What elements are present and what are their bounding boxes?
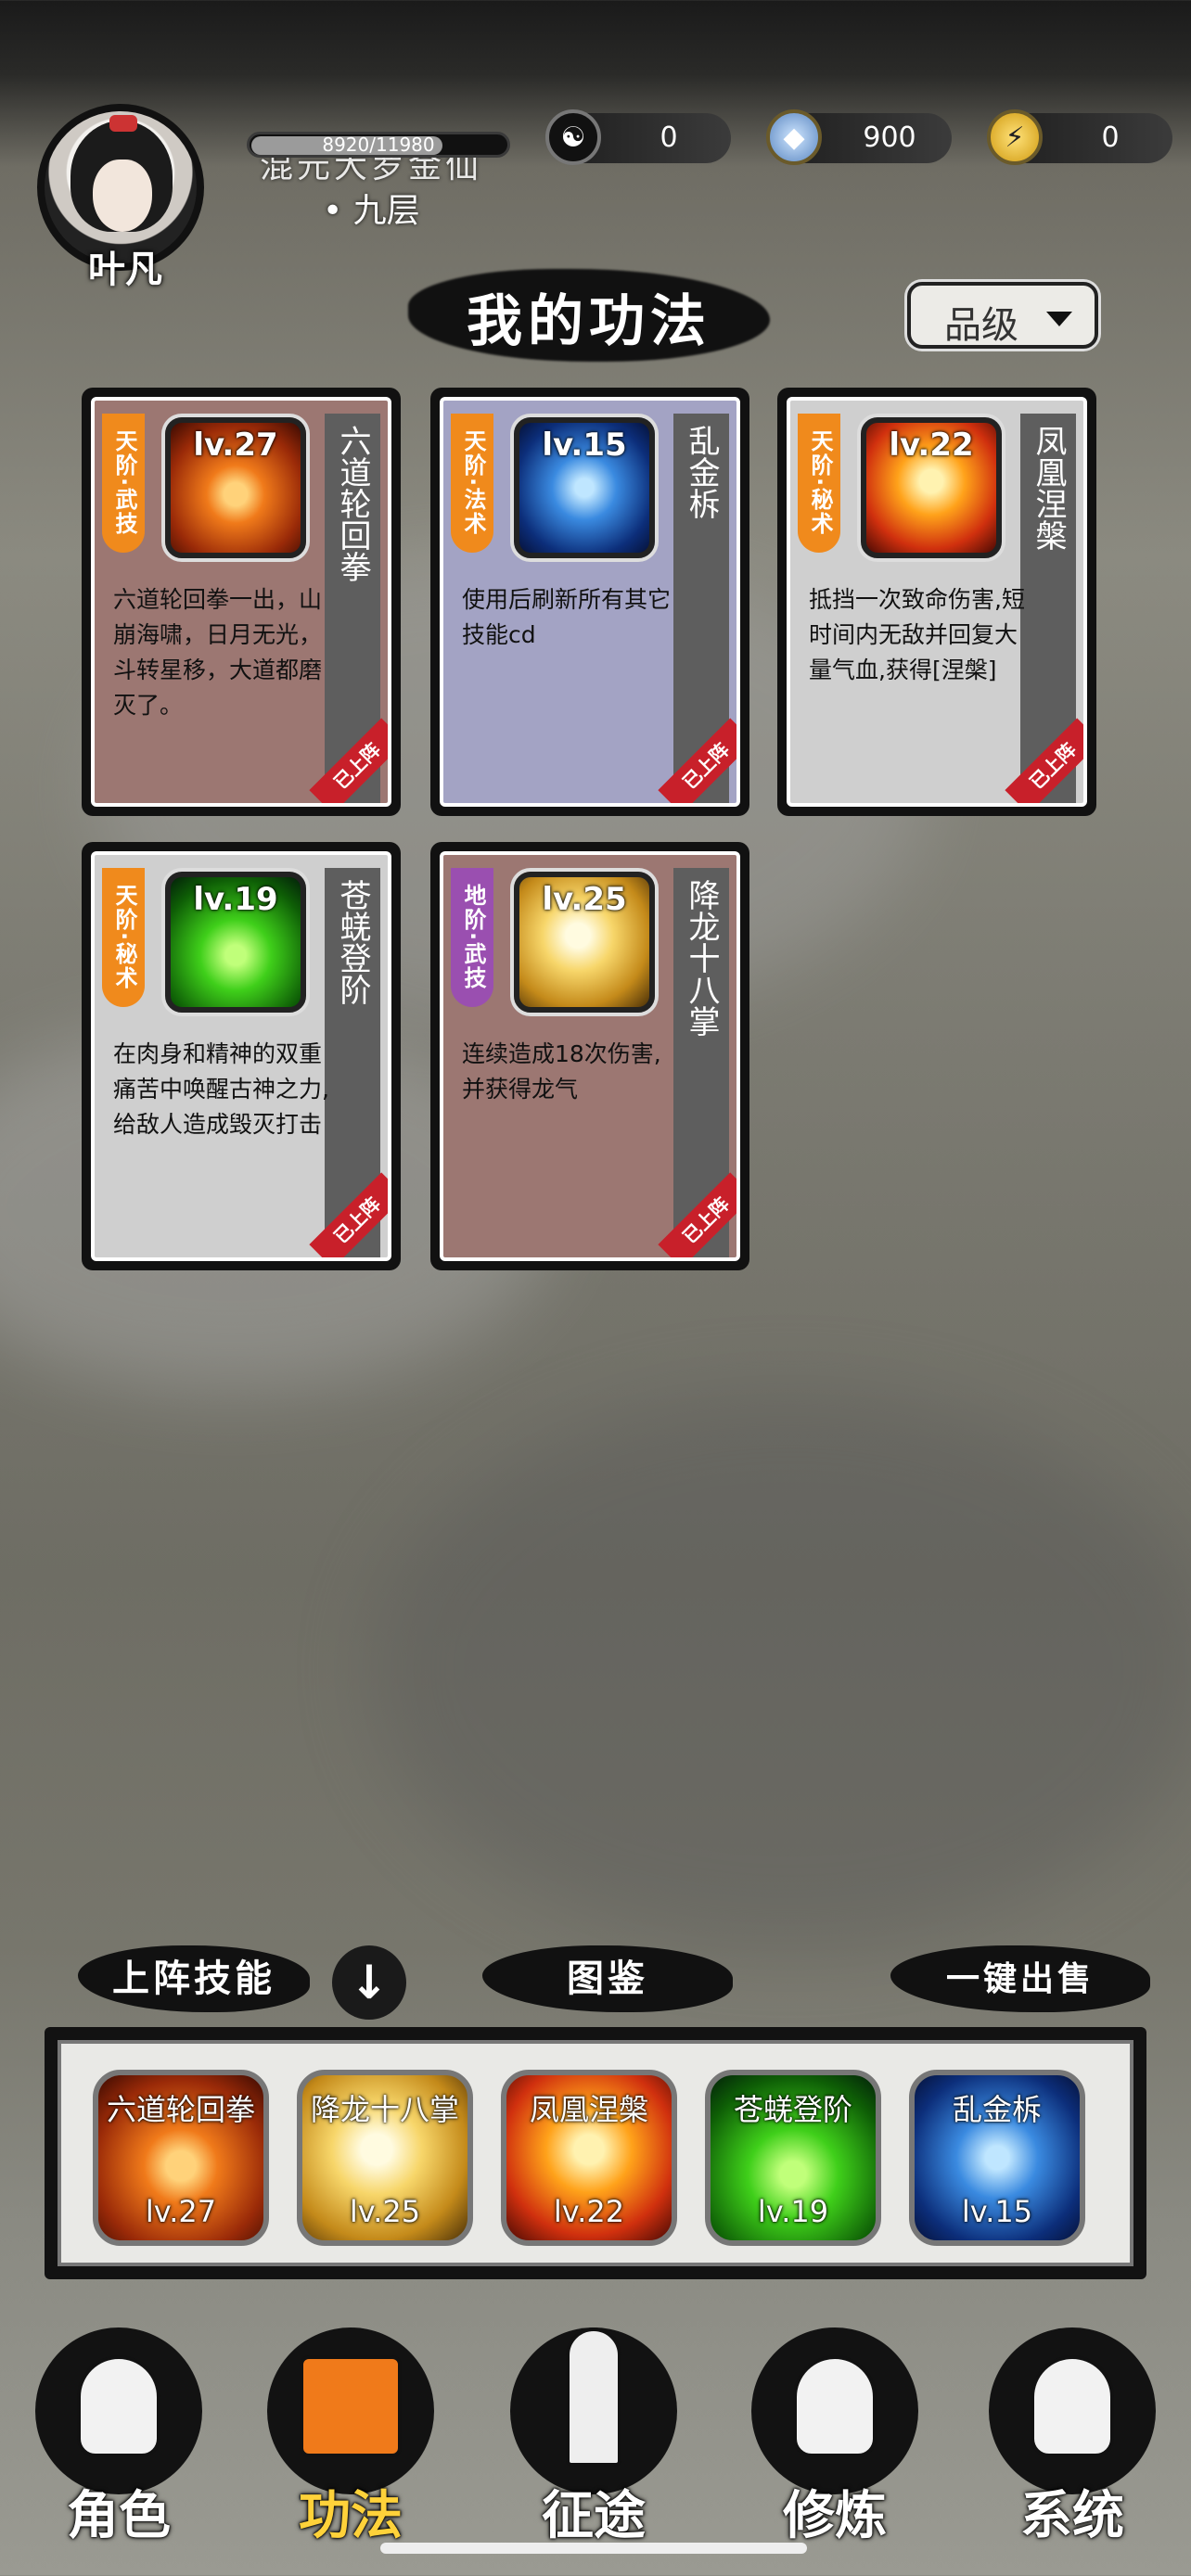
hp-text: 8920/11980 — [322, 134, 435, 156]
nav-tab-label: 修炼 — [783, 2485, 887, 2546]
equipped-slot[interactable]: 降龙十八掌 lv.25 — [297, 2070, 473, 2246]
skill-level: lv.19 — [193, 881, 278, 918]
nav-tab-label: 系统 — [1020, 2485, 1124, 2546]
skill-grade-tag: 天阶·秘术 — [798, 414, 840, 553]
meditating-figure-icon — [793, 2355, 877, 2457]
skill-card[interactable]: 地阶·武技 lv.25 降龙十八掌 连续造成18次伤害,并获得龙气 已上阵 — [430, 842, 749, 1270]
nav-tab[interactable]: 系统 — [980, 2318, 1165, 2546]
skill-card-body: 天阶·秘术 lv.19 苍蜣登阶 在肉身和精神的双重痛苦中唤醒古神之力,给敌人造… — [91, 851, 391, 1261]
nav-tab-label: 角色 — [67, 2485, 171, 2546]
resource-yinyang-value: 0 — [660, 121, 678, 154]
equipped-slot-level: lv.22 — [553, 2194, 625, 2229]
arrow-down-icon: ↓ — [350, 1956, 389, 2009]
equipped-slot[interactable]: 六道轮回拳 lv.27 — [93, 2070, 269, 2246]
equipped-tray: 六道轮回拳 lv.27 降龙十八掌 lv.25 凤凰涅槃 lv.22 苍蜣登阶 … — [45, 2027, 1146, 2279]
player-name: 叶凡 — [88, 249, 162, 291]
skill-level: lv.15 — [542, 427, 627, 464]
skill-level: lv.25 — [542, 881, 627, 918]
skill-card-body: 天阶·秘术 lv.22 凤凰涅槃 抵挡一次致命伤害,短时间内无敌并回复大量气血,… — [787, 397, 1087, 807]
skill-description: 使用后刷新所有其它技能cd — [462, 586, 672, 648]
skill-card[interactable]: 天阶·秘术 lv.19 苍蜣登阶 在肉身和精神的双重痛苦中唤醒古神之力,给敌人造… — [82, 842, 401, 1270]
skill-art-icon: lv.27 — [165, 417, 306, 558]
nav-tab-label: 征途 — [542, 2485, 646, 2546]
nav-tab[interactable]: 角色 — [26, 2318, 211, 2546]
skill-art-icon: lv.25 — [514, 872, 655, 1013]
lightning-icon: ⚡ — [987, 109, 1043, 165]
resource-crystal[interactable]: ◆ 900 — [766, 109, 952, 165]
resource-crystal-value: 900 — [863, 121, 916, 154]
equipped-slot-name: 六道轮回拳 — [106, 2092, 255, 2127]
skill-card[interactable]: 天阶·武技 lv.27 六道轮回拳 六道轮回拳一出，山崩海啸，日月无光，斗转星移… — [82, 388, 401, 816]
collapse-arrow-button[interactable]: ↓ — [332, 1945, 406, 2020]
skill-art-icon: lv.22 — [861, 417, 1002, 558]
skill-grade-tag: 地阶·武技 — [451, 868, 493, 1007]
equipped-skills-label: 上阵技能 — [78, 1945, 310, 2012]
nav-tab-label: 功法 — [299, 2485, 403, 2546]
equipped-slot[interactable]: 苍蜣登阶 lv.19 — [705, 2070, 881, 2246]
skill-card-body: 天阶·武技 lv.27 六道轮回拳 六道轮回拳一出，山崩海啸，日月无光，斗转星移… — [91, 397, 391, 807]
skill-description: 在肉身和精神的双重痛苦中唤醒古神之力,给敌人造成毁灭打击 — [113, 1040, 329, 1138]
equipped-slot[interactable]: 凤凰涅槃 lv.22 — [501, 2070, 677, 2246]
skill-card[interactable]: 天阶·法术 lv.15 乱金柝 使用后刷新所有其它技能cd 已上阵 — [430, 388, 749, 816]
hp-bar: 8920/11980 — [247, 132, 510, 158]
equipped-tray-inner: 六道轮回拳 lv.27 降龙十八掌 lv.25 凤凰涅槃 lv.22 苍蜣登阶 … — [58, 2040, 1133, 2266]
skill-description: 连续造成18次伤害,并获得龙气 — [462, 1040, 661, 1103]
skill-card[interactable]: 天阶·秘术 lv.22 凤凰涅槃 抵挡一次致命伤害,短时间内无敌并回复大量气血,… — [777, 388, 1096, 816]
equipped-slot-level: lv.27 — [145, 2194, 217, 2229]
equipped-slot-level: lv.15 — [961, 2194, 1033, 2229]
skill-grade-tag: 天阶·武技 — [102, 414, 145, 553]
skill-card-body: 地阶·武技 lv.25 降龙十八掌 连续造成18次伤害,并获得龙气 已上阵 — [440, 851, 740, 1261]
skill-grade-tag: 天阶·秘术 — [102, 868, 145, 1007]
realm-level: • 九层 — [323, 192, 420, 230]
equipped-slot-name: 凤凰涅槃 — [529, 2092, 648, 2127]
sell-all-button[interactable]: 一键出售 — [890, 1945, 1150, 2012]
resource-yinyang[interactable]: ☯ 0 — [545, 109, 731, 165]
yin-yang-icon: ☯ — [545, 109, 601, 165]
skill-description: 抵挡一次致命伤害,短时间内无敌并回复大量气血,获得[涅槃] — [809, 586, 1025, 683]
equipped-slot-level: lv.25 — [349, 2194, 421, 2229]
book-scroll-icon — [300, 2355, 402, 2457]
skill-level: lv.27 — [193, 427, 278, 464]
skill-card-body: 天阶·法术 lv.15 乱金柝 使用后刷新所有其它技能cd 已上阵 — [440, 397, 740, 807]
nav-tab[interactable]: 征途 — [501, 2318, 686, 2546]
grade-filter-label: 品级 — [944, 304, 1018, 347]
equipped-slot-level: lv.19 — [757, 2194, 829, 2229]
equipped-slot-name: 苍蜣登阶 — [733, 2092, 852, 2127]
nav-tab[interactable]: 修炼 — [742, 2318, 928, 2546]
codex-button[interactable]: 图鉴 — [482, 1945, 733, 2012]
avatar-ribbon — [109, 115, 137, 132]
equipped-slot[interactable]: 乱金柝 lv.15 — [909, 2070, 1085, 2246]
resource-energy-value: 0 — [1101, 121, 1120, 154]
skill-description: 六道轮回拳一出，山崩海啸，日月无光，斗转星移，大道都磨灭了。 — [113, 586, 323, 719]
page-title: 我的功法 — [467, 289, 711, 354]
equipped-slot-name: 降龙十八掌 — [310, 2092, 459, 2127]
skill-grade-tag: 天阶·法术 — [451, 414, 493, 553]
nav-tab[interactable]: 功法 — [258, 2318, 443, 2546]
equipped-slot-name: 乱金柝 — [952, 2092, 1042, 2127]
skill-art-icon: lv.19 — [165, 872, 306, 1013]
crystal-icon: ◆ — [766, 109, 822, 165]
hooded-figure-icon — [77, 2355, 160, 2457]
chevron-down-icon — [1046, 312, 1072, 326]
home-indicator[interactable] — [380, 2543, 807, 2554]
resource-energy[interactable]: ⚡ 0 — [987, 109, 1172, 165]
mascot-icon — [1031, 2355, 1114, 2457]
skill-level: lv.22 — [889, 427, 974, 464]
sword-emblem-icon — [566, 2327, 621, 2467]
skill-art-icon: lv.15 — [514, 417, 655, 558]
grade-filter-dropdown[interactable]: 品级 — [907, 282, 1098, 349]
avatar-face — [93, 159, 152, 232]
